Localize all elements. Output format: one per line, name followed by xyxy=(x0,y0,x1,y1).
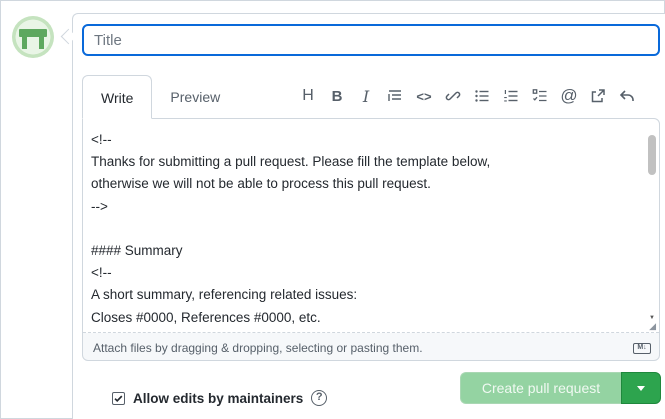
help-icon[interactable]: ? xyxy=(311,390,328,406)
create-pr-split-button: Create pull request xyxy=(460,372,661,404)
code-glyph: <> xyxy=(416,88,432,104)
italic-glyph: I xyxy=(362,86,370,106)
task-list-icon[interactable] xyxy=(528,84,552,108)
numbered-list-icon[interactable] xyxy=(499,84,523,108)
editor-box: <!-- Thanks for submitting a pull reques… xyxy=(82,118,660,361)
tab-preview[interactable]: Preview xyxy=(152,75,238,119)
editor-scrollbar[interactable]: ▼ xyxy=(647,125,657,325)
allow-edits-option[interactable]: Allow edits by maintainers ? xyxy=(112,390,328,406)
mention-icon[interactable]: @ xyxy=(557,84,581,108)
allow-edits-checkbox[interactable] xyxy=(112,391,125,405)
quote-icon[interactable] xyxy=(383,84,407,108)
create-pull-request-button[interactable]: Create pull request xyxy=(460,372,621,404)
resize-grip-icon[interactable]: ◢ xyxy=(649,321,656,332)
heading-icon[interactable]: H xyxy=(296,84,320,108)
reply-icon[interactable] xyxy=(615,84,639,108)
scroll-thumb[interactable] xyxy=(648,135,656,175)
markdown-icon: M↓ xyxy=(633,343,651,354)
pr-body-textarea[interactable]: <!-- Thanks for submitting a pull reques… xyxy=(83,119,659,333)
avatar xyxy=(12,16,54,58)
code-icon[interactable]: <> xyxy=(412,84,436,108)
heading-glyph: H xyxy=(302,87,314,104)
triangle-down-icon xyxy=(637,385,645,391)
allow-edits-label[interactable]: Allow edits by maintainers xyxy=(133,391,303,406)
markdown-toolbar: H B I <> @ xyxy=(296,84,644,108)
title-input[interactable] xyxy=(82,24,660,56)
create-options-dropdown[interactable] xyxy=(621,372,661,404)
editor-tabs: Write Preview xyxy=(82,75,238,119)
bulleted-list-icon[interactable] xyxy=(470,84,494,108)
bold-glyph: B xyxy=(331,87,343,105)
tab-write[interactable]: Write xyxy=(82,75,153,119)
mention-glyph: @ xyxy=(560,86,578,105)
attach-files-hint[interactable]: Attach files by dragging & dropping, sel… xyxy=(93,341,423,355)
italic-icon[interactable]: I xyxy=(354,84,378,108)
bold-icon[interactable]: B xyxy=(325,84,349,108)
reference-icon[interactable] xyxy=(586,84,610,108)
link-icon[interactable] xyxy=(441,84,465,108)
